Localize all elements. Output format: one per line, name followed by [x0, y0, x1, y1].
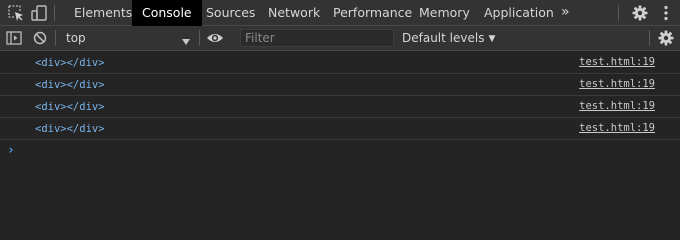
- inspect-element-icon[interactable]: [6, 3, 26, 23]
- tab-performance[interactable]: Performance: [323, 0, 422, 26]
- log-levels-label: Default levels: [402, 31, 485, 45]
- devtools-tab-bar: Elements Console Sources Network Perform…: [0, 0, 680, 26]
- message-source-link[interactable]: test.html:19: [579, 56, 655, 68]
- sidebar-toggle-icon[interactable]: [4, 28, 24, 48]
- toolbar-separator: [55, 30, 56, 46]
- message-source-link[interactable]: test.html:19: [579, 122, 655, 134]
- more-tabs-button[interactable]: »: [561, 0, 570, 26]
- context-selector-value: top: [66, 31, 86, 45]
- tab-bar-separator: [54, 5, 55, 21]
- context-selector[interactable]: top: [62, 28, 198, 49]
- message-source-link[interactable]: test.html:19: [579, 100, 655, 112]
- tab-application[interactable]: Application: [474, 0, 564, 26]
- message-element-node[interactable]: <div></div>: [35, 101, 105, 113]
- tab-bar-separator: [618, 5, 619, 21]
- device-toolbar-icon[interactable]: [29, 3, 49, 23]
- filter-input[interactable]: [240, 29, 394, 47]
- tab-memory[interactable]: Memory: [409, 0, 480, 26]
- settings-gear-icon[interactable]: [630, 3, 650, 23]
- kebab-menu-icon[interactable]: [656, 3, 676, 23]
- toolbar-separator: [649, 30, 650, 46]
- tab-console[interactable]: Console: [132, 0, 202, 26]
- chevron-down-icon: [181, 32, 191, 51]
- log-levels-dropdown[interactable]: Default levels ▼: [402, 28, 495, 49]
- console-toolbar: top Default levels▼: [0, 26, 680, 51]
- tab-network[interactable]: Network: [258, 0, 330, 26]
- clear-console-icon[interactable]: [30, 28, 50, 48]
- tab-elements[interactable]: Elements: [64, 0, 142, 26]
- eye-icon[interactable]: [205, 28, 225, 48]
- console-message: <div></div> test.html:19: [0, 74, 680, 96]
- message-source-link[interactable]: test.html:19: [579, 78, 655, 90]
- console-message: <div></div> test.html:19: [0, 96, 680, 118]
- chevron-down-icon: ▼: [488, 34, 496, 44]
- tab-sources[interactable]: Sources: [196, 0, 265, 26]
- message-element-node[interactable]: <div></div>: [35, 79, 105, 91]
- console-settings-gear-icon[interactable]: [656, 28, 676, 48]
- toolbar-separator: [199, 30, 200, 46]
- console-message: <div></div> test.html:19: [0, 118, 680, 140]
- devtools-window: Elements Console Sources Network Perform…: [0, 0, 680, 201]
- console-messages: <div></div> test.html:19 <div></div> tes…: [0, 52, 680, 140]
- console-prompt[interactable]: ›: [7, 143, 15, 158]
- message-element-node[interactable]: <div></div>: [35, 123, 105, 135]
- console-message: <div></div> test.html:19: [0, 52, 680, 74]
- message-element-node[interactable]: <div></div>: [35, 57, 105, 69]
